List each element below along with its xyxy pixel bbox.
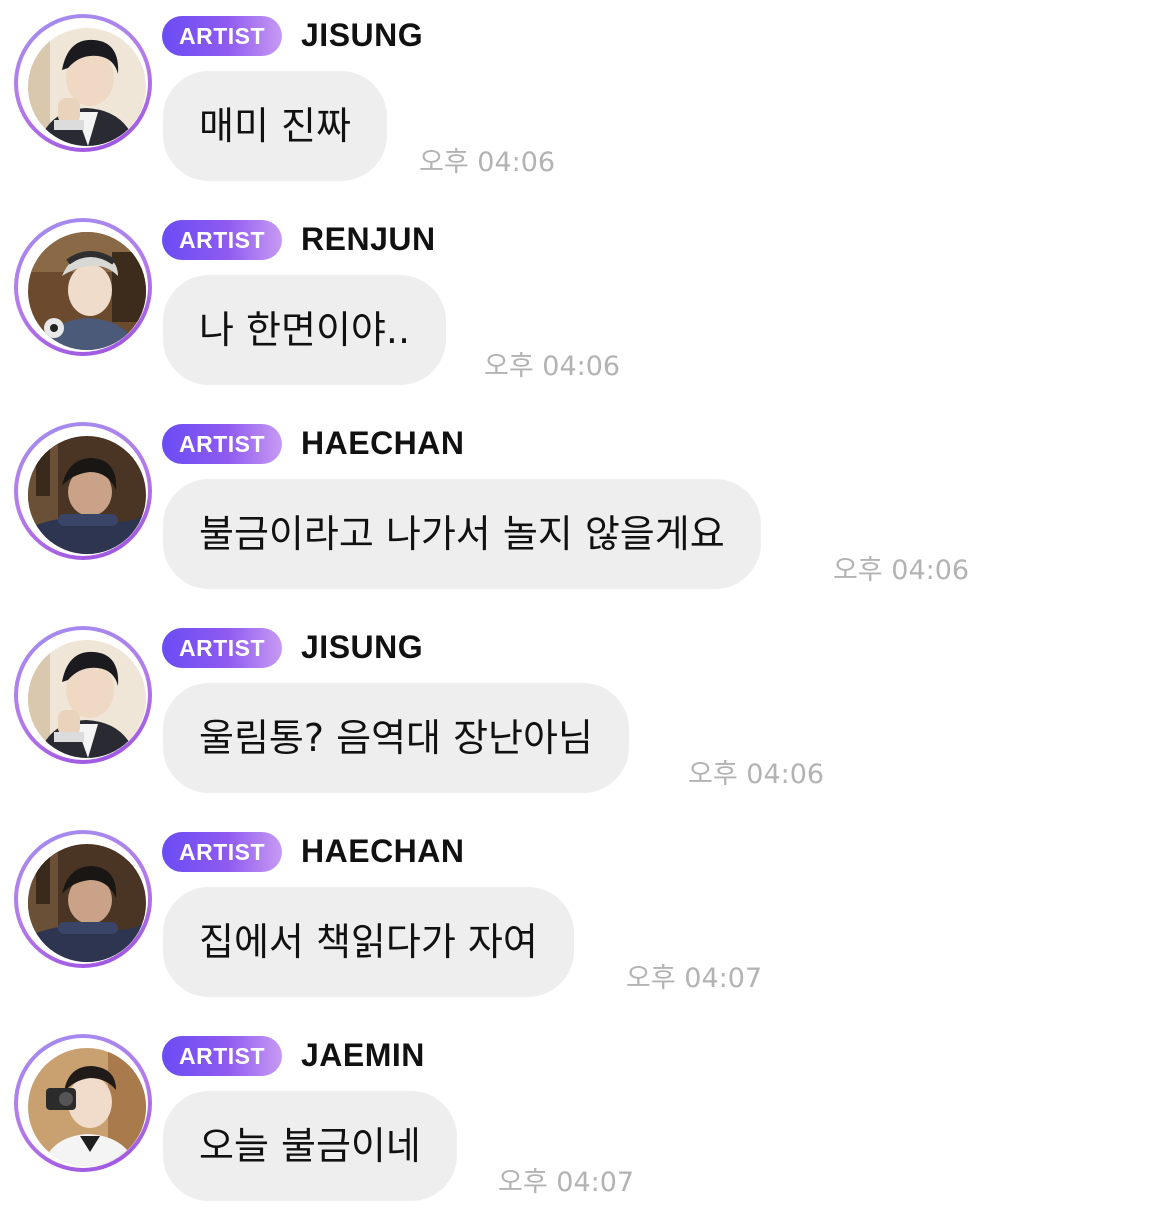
chat-message: ARTIST JAEMIN 오늘 불금이네 오후 04:07 <box>0 1020 1170 1224</box>
message-timestamp: 오후 04:06 <box>833 555 970 586</box>
message-timestamp: 오후 04:06 <box>484 351 621 382</box>
avatar-button[interactable] <box>14 830 152 968</box>
message-timestamp: 오후 04:06 <box>419 147 556 178</box>
jisung-avatar-icon <box>28 640 146 758</box>
jaemin-avatar-icon <box>28 1048 146 1166</box>
sender-name[interactable]: HAECHAN <box>301 421 465 465</box>
message-bubble[interactable]: 울림통? 음역대 장난아님 <box>163 683 629 793</box>
haechan-avatar-icon <box>28 844 146 962</box>
artist-badge: ARTIST <box>162 220 282 260</box>
artist-badge: ARTIST <box>162 16 282 56</box>
message-bubble[interactable]: 불금이라고 나가서 놀지 않을게요 <box>163 479 761 589</box>
avatar-button[interactable] <box>14 218 152 356</box>
sender-name[interactable]: JISUNG <box>301 625 423 669</box>
avatar-button[interactable] <box>14 1034 152 1172</box>
artist-badge: ARTIST <box>162 1036 282 1076</box>
avatar-button[interactable] <box>14 14 152 152</box>
chat-message: ARTIST JISUNG 울림통? 음역대 장난아님 오후 04:06 <box>0 612 1170 816</box>
artist-badge: ARTIST <box>162 832 282 872</box>
message-bubble[interactable]: 매미 진짜 <box>163 71 387 181</box>
artist-badge: ARTIST <box>162 628 282 668</box>
sender-name[interactable]: HAECHAN <box>301 829 465 873</box>
message-timestamp: 오후 04:06 <box>688 759 825 790</box>
sender-name[interactable]: JISUNG <box>301 13 423 57</box>
message-timestamp: 오후 04:07 <box>626 963 763 994</box>
chat-message: ARTIST HAECHAN 불금이라고 나가서 놀지 않을게요 오후 04:0… <box>0 408 1170 612</box>
jisung-avatar-icon <box>28 28 146 146</box>
message-timestamp: 오후 04:07 <box>498 1167 635 1198</box>
chat-message: ARTIST HAECHAN 집에서 책읽다가 자여 오후 04:07 <box>0 816 1170 1020</box>
message-bubble[interactable]: 오늘 불금이네 <box>163 1091 457 1201</box>
avatar-button[interactable] <box>14 626 152 764</box>
sender-name[interactable]: RENJUN <box>301 217 436 261</box>
message-bubble[interactable]: 나 한면이야.. <box>163 275 447 385</box>
sender-name[interactable]: JAEMIN <box>301 1033 425 1077</box>
avatar-button[interactable] <box>14 422 152 560</box>
renjun-avatar-icon <box>28 232 146 350</box>
chat-message: ARTIST JISUNG 매미 진짜 오후 04:06 <box>0 0 1170 204</box>
message-bubble[interactable]: 집에서 책읽다가 자여 <box>163 887 574 997</box>
chat-message: ARTIST RENJUN 나 한면이야.. 오후 04:06 <box>0 204 1170 408</box>
haechan-avatar-icon <box>28 436 146 554</box>
artist-badge: ARTIST <box>162 424 282 464</box>
